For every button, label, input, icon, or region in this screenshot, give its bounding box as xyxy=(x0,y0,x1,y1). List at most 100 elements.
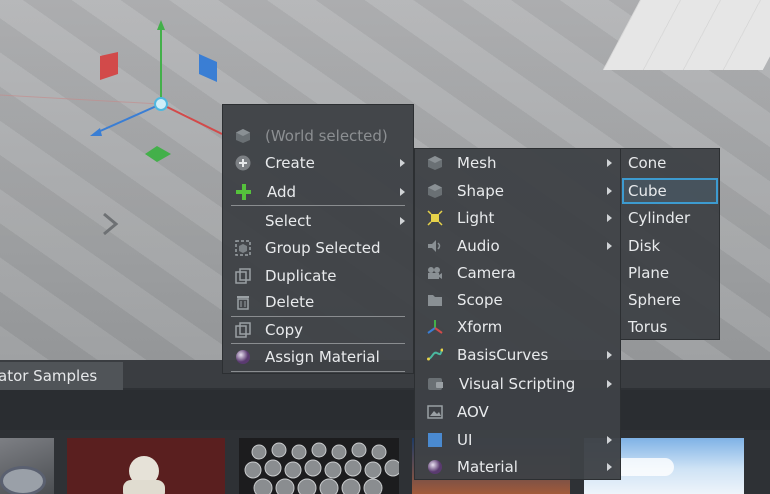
menu-item-label: Xform xyxy=(457,318,503,336)
menu-item-label: Shape xyxy=(457,182,504,200)
tab-samples[interactable]: ator Samples xyxy=(0,362,123,390)
chevron-right-icon xyxy=(400,217,405,225)
menu-item-label: BasisCurves xyxy=(457,346,549,364)
submenu-item-camera[interactable]: Camera xyxy=(415,260,620,286)
spheres-image xyxy=(244,442,399,494)
menu-item-duplicate[interactable]: Duplicate xyxy=(223,263,413,289)
menu-separator xyxy=(231,205,405,206)
menu-item-label: Disk xyxy=(628,237,661,255)
ui-square-icon xyxy=(427,432,443,448)
chevron-right-icon xyxy=(607,351,612,359)
shape-item-cone[interactable]: Cone xyxy=(621,150,719,176)
shape-submenu: Cone Cube Cylinder Disk Plane Sphere Tor… xyxy=(620,148,720,340)
menu-item-copy[interactable]: Copy xyxy=(223,317,413,343)
submenu-item-aov[interactable]: AOV xyxy=(415,399,620,425)
plus-icon xyxy=(235,184,251,200)
menu-item-label: Cylinder xyxy=(628,209,691,227)
cube-icon xyxy=(235,128,251,144)
shape-item-sphere[interactable]: Sphere xyxy=(621,287,719,313)
menu-item-assign-material[interactable]: Assign Material xyxy=(223,344,413,370)
plus-circle-icon xyxy=(235,155,251,171)
material-sphere-icon xyxy=(427,459,443,475)
submenu-item-ui[interactable]: UI xyxy=(415,427,620,453)
menu-item-world-selected: (World selected) xyxy=(223,123,413,149)
copy-icon xyxy=(235,322,251,338)
menu-item-label: Visual Scripting xyxy=(459,375,576,393)
shape-item-disk[interactable]: Disk xyxy=(621,233,719,259)
menu-item-label: Copy xyxy=(265,321,304,339)
menu-item-label: Material xyxy=(457,458,518,476)
shape-item-cylinder[interactable]: Cylinder xyxy=(621,205,719,231)
menu-item-label: Cube xyxy=(628,182,667,200)
chevron-right-icon xyxy=(607,380,612,388)
submenu-item-xform[interactable]: Xform xyxy=(415,314,620,340)
menu-item-label: (World selected) xyxy=(265,127,388,145)
create-submenu: Mesh Shape Light Audio Camera Scope Xfor… xyxy=(414,148,621,480)
menu-item-label: Group Selected xyxy=(265,239,381,257)
menu-item-create[interactable]: Create xyxy=(223,150,413,176)
menu-item-label: Audio xyxy=(457,237,500,255)
menu-item-add[interactable]: Add xyxy=(223,179,413,205)
content-browser-panel: ator Samples xyxy=(0,360,770,494)
submenu-item-light[interactable]: Light xyxy=(415,205,620,231)
chevron-right-icon xyxy=(400,159,405,167)
light-icon xyxy=(427,210,443,226)
cube-icon xyxy=(427,183,443,199)
submenu-item-mesh[interactable]: Mesh xyxy=(415,150,620,176)
sample-thumbnail[interactable] xyxy=(239,438,399,494)
menu-item-label: Camera xyxy=(457,264,516,282)
menu-item-label: Light xyxy=(457,209,495,227)
menu-item-label: Create xyxy=(265,154,315,172)
chevron-right-icon xyxy=(607,242,612,250)
menu-item-select[interactable]: Select xyxy=(223,208,413,234)
menu-item-label: Assign Material xyxy=(265,348,380,366)
menu-item-label: Add xyxy=(267,183,297,201)
context-menu: (World selected) Create Add Select Group… xyxy=(222,104,414,374)
tab-label: ator Samples xyxy=(0,367,98,385)
shape-item-cube[interactable]: Cube xyxy=(622,178,718,204)
duplicate-icon xyxy=(235,268,251,284)
trash-icon xyxy=(235,294,251,310)
menu-item-label: AOV xyxy=(457,403,489,421)
submenu-item-basiscurves[interactable]: BasisCurves xyxy=(415,342,620,368)
chevron-right-icon xyxy=(400,188,405,196)
menu-item-label: Cone xyxy=(628,154,667,172)
menu-item-label: Sphere xyxy=(628,291,681,309)
menu-item-label: Select xyxy=(265,212,312,230)
submenu-item-material[interactable]: Material xyxy=(415,454,620,480)
menu-item-group-selected[interactable]: Group Selected xyxy=(223,235,413,261)
chevron-right-icon xyxy=(607,187,612,195)
image-icon xyxy=(427,404,443,420)
chevron-right-icon xyxy=(607,214,612,222)
menu-item-label: Scope xyxy=(457,291,503,309)
menu-item-label: UI xyxy=(457,431,473,449)
chevron-right-icon xyxy=(607,463,612,471)
group-icon xyxy=(235,240,251,256)
folder-icon xyxy=(427,292,443,308)
chevron-right-icon xyxy=(607,159,612,167)
camera-icon xyxy=(427,265,443,281)
menu-item-label: Delete xyxy=(265,293,315,311)
submenu-item-shape[interactable]: Shape xyxy=(415,178,620,204)
menu-separator xyxy=(231,371,405,372)
shape-item-torus[interactable]: Torus xyxy=(621,314,719,340)
sample-thumbnail[interactable] xyxy=(67,438,225,494)
menu-item-delete[interactable]: Delete xyxy=(223,289,413,315)
cube-icon xyxy=(427,155,443,171)
submenu-item-visual-scripting[interactable]: Visual Scripting xyxy=(415,371,620,397)
menu-item-label: Torus xyxy=(628,318,668,336)
toolbar-strip xyxy=(0,390,770,430)
sample-thumbnail[interactable] xyxy=(0,438,54,494)
menu-item-label: Plane xyxy=(628,264,670,282)
axes-icon xyxy=(427,319,443,335)
material-sphere-icon xyxy=(235,349,251,365)
chevron-right-icon xyxy=(607,436,612,444)
submenu-item-audio[interactable]: Audio xyxy=(415,233,620,259)
menu-item-label: Duplicate xyxy=(265,267,337,285)
menu-item-label: Mesh xyxy=(457,154,497,172)
submenu-item-scope[interactable]: Scope xyxy=(415,287,620,313)
speaker-icon xyxy=(427,238,443,254)
graph-icon xyxy=(427,376,443,392)
shape-item-plane[interactable]: Plane xyxy=(621,260,719,286)
curve-icon xyxy=(427,347,443,363)
